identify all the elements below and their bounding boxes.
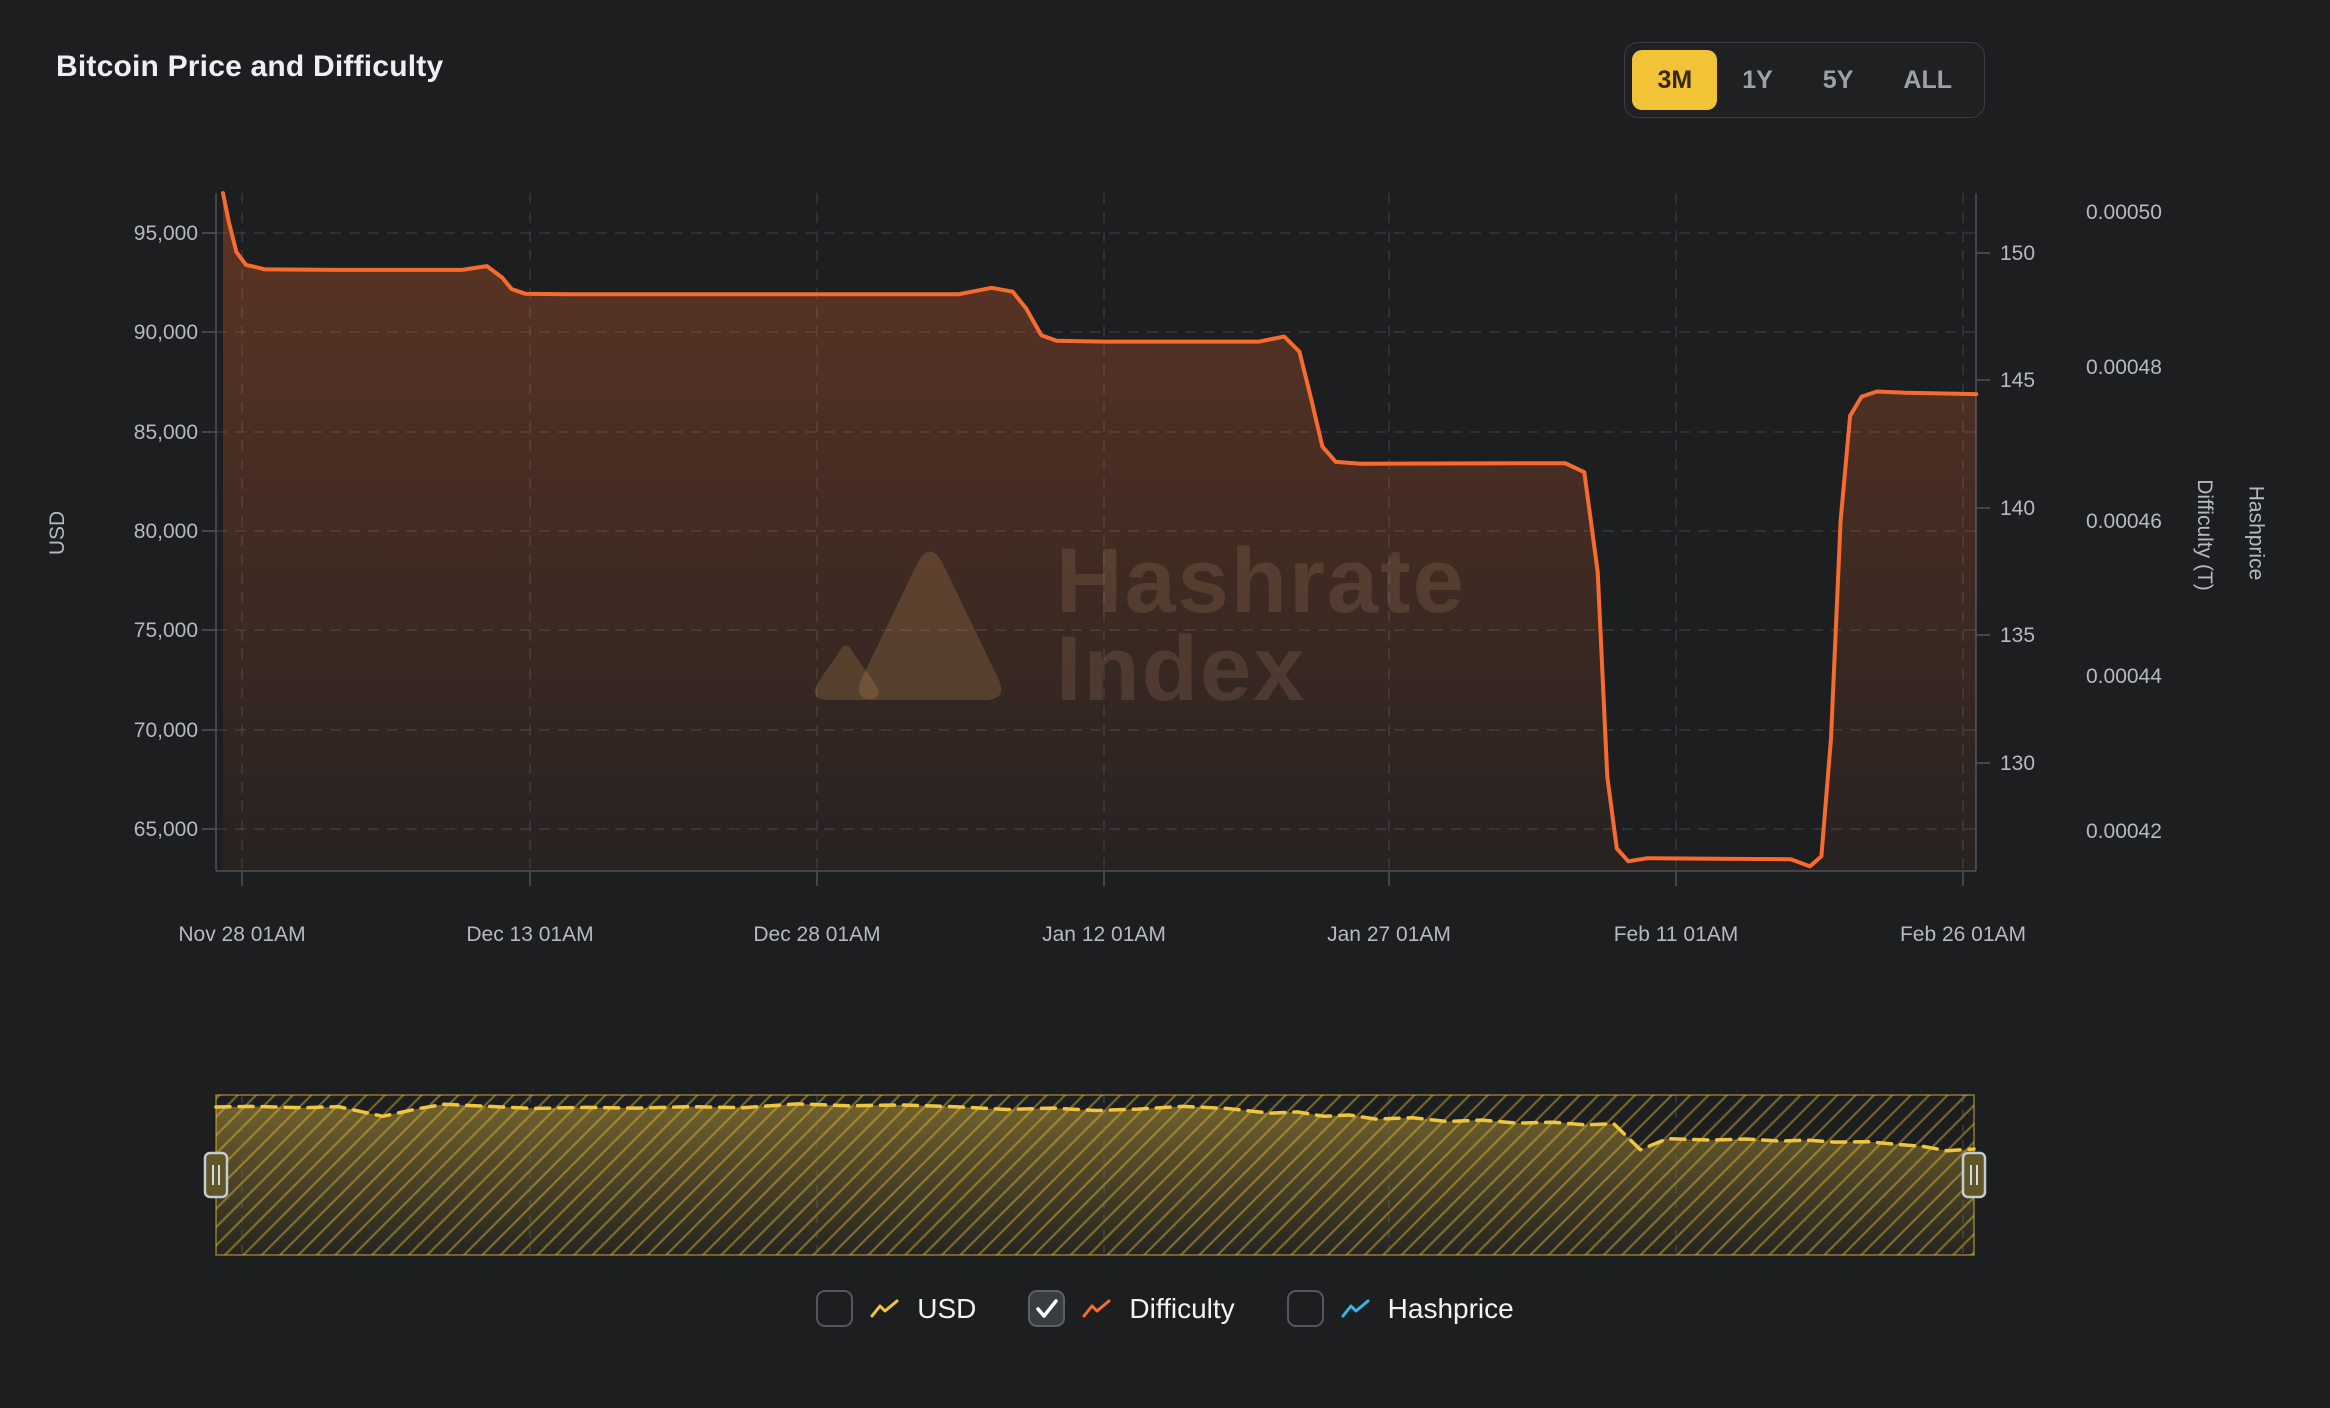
- range-button-5y[interactable]: 5Y: [1798, 50, 1879, 110]
- legend: USD Difficulty Hashprice: [0, 1290, 2330, 1327]
- range-selector: 3M1Y5YALL: [1624, 42, 1985, 118]
- legend-item-difficulty[interactable]: Difficulty: [1028, 1290, 1234, 1327]
- x-tick-label: Nov 28 01AM: [178, 923, 305, 946]
- hashprice-trend-icon: [1341, 1298, 1371, 1320]
- x-tick-label: Dec 13 01AM: [466, 923, 593, 946]
- usd-tick-label: 90,000: [134, 321, 198, 344]
- usd-tick-label: 65,000: [134, 818, 198, 841]
- legend-item-usd[interactable]: USD: [816, 1290, 976, 1327]
- hashprice-tick-label: 0.00046: [2086, 510, 2162, 533]
- x-tick-label: Feb 11 01AM: [1614, 923, 1739, 946]
- chart-canvas: HashrateIndex95,00090,00085,00080,00075,…: [0, 0, 2330, 1408]
- navigator-handle-left[interactable]: [205, 1153, 227, 1197]
- hashprice-tick-label: 0.00044: [2086, 665, 2162, 688]
- legend-label-difficulty: Difficulty: [1129, 1293, 1234, 1325]
- navigator-track[interactable]: [216, 1095, 1974, 1255]
- checkbox-usd[interactable]: [816, 1290, 853, 1327]
- usd-tick-label: 95,000: [134, 222, 198, 245]
- difficulty-tick-label: 145: [2000, 369, 2035, 392]
- legend-label-hashprice: Hashprice: [1388, 1293, 1514, 1325]
- x-tick-label: Jan 27 01AM: [1327, 923, 1451, 946]
- difficulty-tick-label: 135: [2000, 624, 2035, 647]
- hashprice-tick-label: 0.00042: [2086, 820, 2162, 843]
- usd-axis-title: USD: [46, 511, 70, 555]
- usd-tick-label: 85,000: [134, 421, 198, 444]
- hashprice-tick-label: 0.00050: [2086, 201, 2162, 224]
- usd-tick-label: 80,000: [134, 520, 198, 543]
- difficulty-tick-label: 130: [2000, 752, 2035, 775]
- page-title: Bitcoin Price and Difficulty: [56, 50, 443, 84]
- x-tick-label: Jan 12 01AM: [1042, 923, 1166, 946]
- legend-item-hashprice[interactable]: Hashprice: [1287, 1290, 1514, 1327]
- x-tick-label: Feb 26 01AM: [1900, 923, 2026, 946]
- difficulty-tick-label: 140: [2000, 497, 2035, 520]
- navigator-handle-right[interactable]: [1963, 1153, 1985, 1197]
- difficulty-trend-icon: [1082, 1298, 1112, 1320]
- usd-tick-label: 70,000: [134, 719, 198, 742]
- hashprice-axis-title: Hashprice: [2243, 486, 2267, 581]
- legend-label-usd: USD: [917, 1293, 976, 1325]
- usd-tick-label: 75,000: [134, 619, 198, 642]
- plot-area[interactable]: [216, 193, 1976, 871]
- range-button-1y[interactable]: 1Y: [1717, 50, 1798, 110]
- usd-trend-icon: [870, 1298, 900, 1320]
- difficulty-tick-label: 150: [2000, 242, 2035, 265]
- range-button-3m[interactable]: 3M: [1632, 50, 1717, 110]
- x-tick-label: Dec 28 01AM: [753, 923, 880, 946]
- check-icon: [1031, 1293, 1063, 1325]
- difficulty-axis-title: Difficulty (T): [2192, 479, 2216, 591]
- hashprice-tick-label: 0.00048: [2086, 356, 2162, 379]
- range-button-all[interactable]: ALL: [1878, 50, 1977, 110]
- checkbox-difficulty[interactable]: [1028, 1290, 1065, 1327]
- checkbox-hashprice[interactable]: [1287, 1290, 1324, 1327]
